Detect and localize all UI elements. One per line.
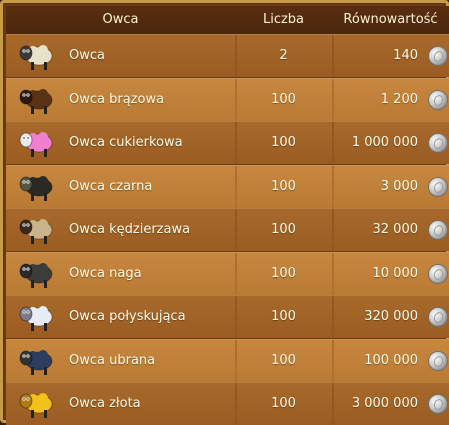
curly-sheep-icon <box>19 219 53 244</box>
candy-sheep-icon <box>19 132 53 157</box>
table-header: Owca Liczba Równowartość <box>6 6 449 34</box>
sheep-count: 100 <box>271 396 296 411</box>
table-row[interactable]: Owca czarna 100 3 000 <box>6 164 449 208</box>
silver-coin-icon <box>429 90 447 109</box>
table-row[interactable]: Owca kędzierzawa 100 32 000 <box>6 208 449 251</box>
sheep-count: 2 <box>279 48 288 63</box>
sheep-value: 140 <box>393 48 418 63</box>
sheep-count: 100 <box>271 91 296 107</box>
sheep-value: 32 000 <box>372 222 419 237</box>
header-count: Liczba <box>262 12 305 27</box>
naked-sheep-icon <box>19 262 53 288</box>
table-row[interactable]: Owca złota 100 3 000 000 <box>6 382 449 425</box>
sheep-value: 320 000 <box>364 309 418 324</box>
header-value: Równowartość <box>343 12 438 27</box>
silver-coin-icon <box>429 47 447 65</box>
dressed-sheep-icon <box>19 349 53 375</box>
sheep-name: Owca połyskująca <box>69 309 186 324</box>
sheep-name: Owca kędzierzawa <box>69 222 191 237</box>
sheep-count: 100 <box>271 135 296 150</box>
sheep-name: Owca brązowa <box>69 91 165 107</box>
sheep-value: 100 000 <box>364 352 418 368</box>
sheep-count: 100 <box>271 222 296 237</box>
sheep-count: 100 <box>271 352 296 368</box>
sheep-count: 100 <box>271 309 296 324</box>
silver-coin-icon <box>429 264 447 283</box>
sheep-value: 10 000 <box>372 265 419 281</box>
table-row[interactable]: Owca ubrana 100 100 000 <box>6 338 449 382</box>
sheep-name: Owca cukierkowa <box>69 135 183 150</box>
sheep-value: 1 000 000 <box>351 135 418 150</box>
table-row[interactable]: Owca cukierkowa 100 1 000 000 <box>6 121 449 164</box>
sheep-value: 3 000 000 <box>351 396 418 411</box>
brown-sheep-icon <box>19 88 53 114</box>
golden-sheep-icon <box>19 393 53 418</box>
sheep-count: 100 <box>271 265 296 281</box>
silver-coin-icon <box>429 177 447 196</box>
sheep-name: Owca złota <box>69 396 141 411</box>
table-row[interactable]: Owca 2 140 <box>6 34 449 77</box>
silver-coin-icon <box>429 221 447 239</box>
sheep-count: 100 <box>271 178 296 194</box>
table-row[interactable]: Owca naga 100 10 000 <box>6 251 449 295</box>
sheep-name: Owca ubrana <box>69 352 156 368</box>
silver-coin-icon <box>429 308 447 326</box>
silver-coin-icon <box>429 134 447 152</box>
header-name: Owca <box>102 12 139 27</box>
silver-coin-icon <box>429 395 447 413</box>
sheep-name: Owca naga <box>69 265 142 281</box>
table-row[interactable]: Owca połyskująca 100 320 000 <box>6 295 449 338</box>
sheep-name: Owca <box>69 48 105 63</box>
sheep-value: 3 000 <box>380 178 418 194</box>
shiny-sheep-icon <box>19 306 53 331</box>
sheep-inventory-panel: Owca Liczba Równowartość Owca 2 140 Owca br… <box>0 0 449 425</box>
white-sheep-icon <box>19 45 53 70</box>
black-sheep-icon <box>19 175 53 201</box>
sheep-value: 1 200 <box>380 91 418 107</box>
table-row[interactable]: Owca brązowa 100 1 200 <box>6 77 449 121</box>
sheep-name: Owca czarna <box>69 178 153 194</box>
silver-coin-icon <box>429 351 447 370</box>
